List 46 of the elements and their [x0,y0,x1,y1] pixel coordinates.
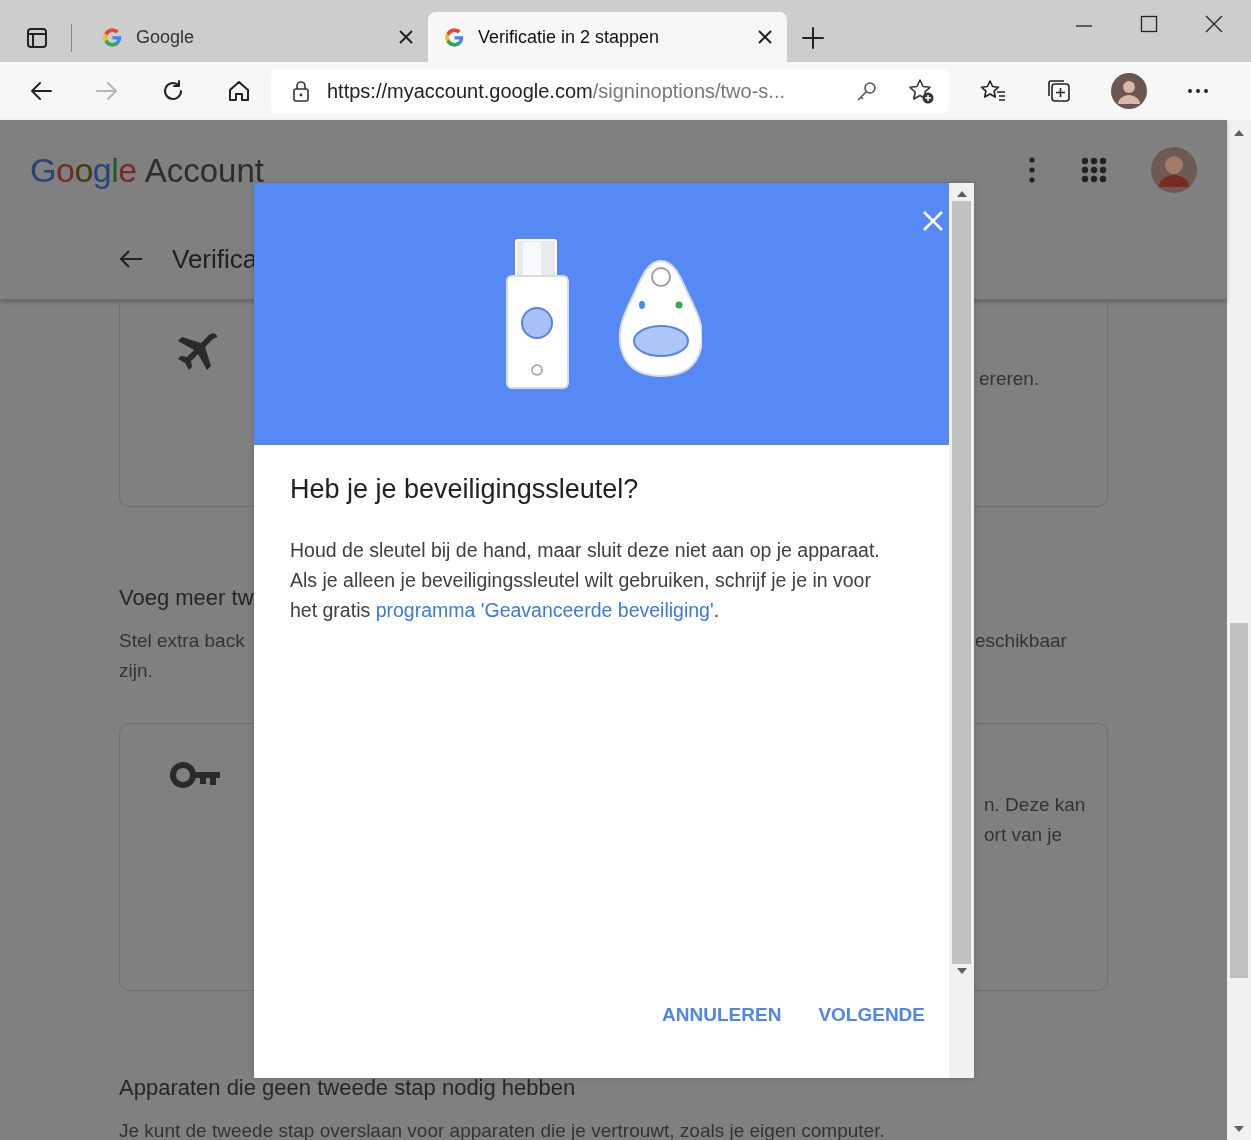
lock-icon [291,80,311,102]
key-icon[interactable] [855,79,879,103]
tab-actions-icon[interactable] [25,26,49,50]
text-fragment: Stel extra back [119,629,245,653]
browser-tab[interactable]: Verificatie in 2 stappen [428,12,787,62]
maximize-icon[interactable] [1139,14,1159,34]
avatar[interactable] [1151,147,1197,193]
paragraph: Houd de sleutel bij de hand, maar sluit deze niet aan op je apparaat. [290,538,881,564]
avatar[interactable] [1111,73,1147,109]
paragraph: Als je alleen je beveiligingssleutel wilt gebruiken, schrijf je je in voor het gratis programma 'Geavanceerde beveiliging'. [290,568,872,624]
apps-grid-icon[interactable] [1081,157,1107,183]
logo-text: Google [30,149,137,191]
text-fragment: ort van je [984,823,1064,847]
scroll-down-icon[interactable] [1234,1126,1244,1132]
product-name: Account [144,150,264,191]
google-g-icon [444,26,466,48]
more-vertical-icon[interactable] [1027,156,1037,184]
section-heading: Apparaten die geen tweede stap nodig hebben [119,1074,576,1102]
close-icon[interactable] [1204,14,1224,34]
text-fragment: zijn. [119,659,153,683]
key-icon [170,760,222,790]
dialog-button[interactable]: VOLGENDE [818,994,925,1035]
url-text: https://myaccount.google.com/signinoptions/two-s... [327,79,786,104]
google-g-icon [102,26,124,48]
scrollbar-thumb[interactable] [1230,623,1248,978]
dialog-button[interactable]: ANNULEREN [662,994,782,1035]
scroll-down-icon[interactable] [956,968,967,974]
dialog-title: Heb je je beveiligingssleutel? [290,473,640,506]
add-favorite-icon[interactable] [907,77,935,105]
section-heading: Voeg meer tw [119,584,254,612]
link[interactable]: programma 'Geavanceerde beveiliging' [375,599,714,622]
close-icon[interactable] [398,29,414,45]
browser-tab[interactable]: Google [86,12,428,62]
favorites-icon[interactable] [979,78,1007,104]
scroll-up-icon[interactable] [1234,130,1244,136]
page-title: Verifica [172,242,258,276]
text-fragment: n. Deze kan [984,793,1087,817]
scrollbar-thumb[interactable] [952,201,971,964]
back-arrow-icon[interactable] [29,79,55,103]
text-fragment: ereren. [979,367,1041,391]
scroll-up-icon[interactable] [956,191,967,197]
address-bar[interactable]: https://myaccount.google.com/signinoptions/two-s... [271,69,949,113]
text-fragment: eschikbaar [975,630,1067,651]
new-tab-icon[interactable] [801,26,825,50]
close-icon[interactable] [757,29,773,45]
collections-icon[interactable] [1045,77,1073,105]
